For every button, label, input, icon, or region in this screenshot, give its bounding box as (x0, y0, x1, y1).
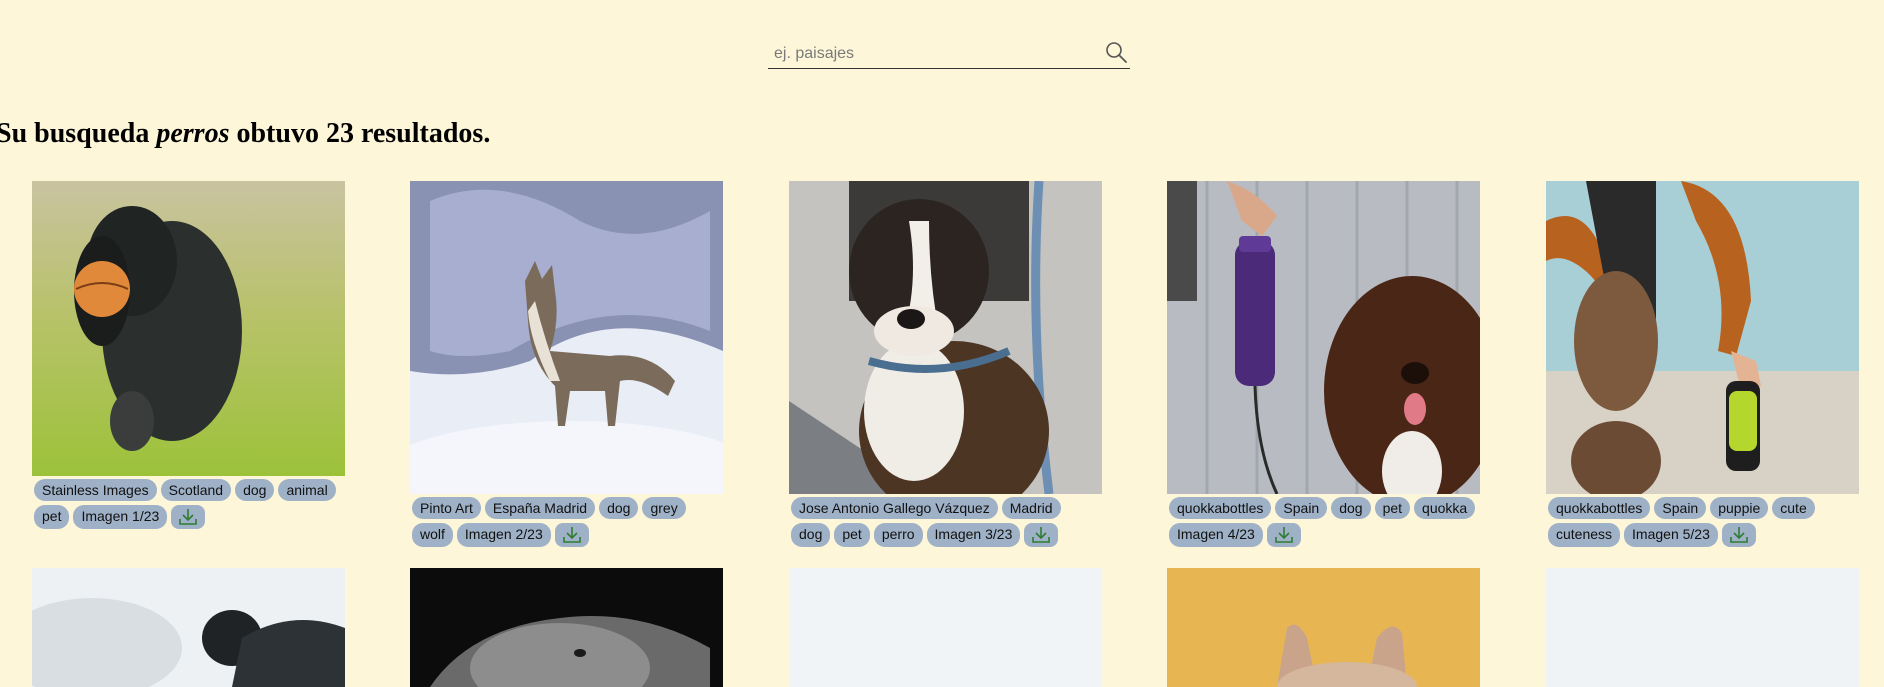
tag-list: Stainless Images Scotland dog animal pet… (32, 479, 345, 529)
download-icon (179, 509, 198, 525)
result-card: Pinto Art España Madrid dog grey wolf Im… (410, 181, 723, 547)
download-icon (1032, 527, 1051, 543)
results-heading: Su busqueda perros obtuvo 23 resultados. (0, 118, 490, 150)
tag[interactable]: animal (278, 479, 336, 501)
tag[interactable]: wolf (412, 523, 453, 547)
photo-dog-yellow[interactable] (1167, 568, 1480, 687)
download-button[interactable] (171, 505, 206, 529)
photo-light[interactable] (789, 568, 1102, 687)
result-card: quokkabottles Spain puppie cute cuteness… (1546, 181, 1859, 547)
download-icon (1275, 527, 1293, 543)
search-input[interactable] (772, 42, 1096, 66)
download-icon (1730, 527, 1748, 543)
tag[interactable]: quokka (1414, 497, 1476, 519)
photo-person-snow[interactable] (32, 568, 345, 687)
tag[interactable]: quokkabottles (1548, 497, 1651, 519)
result-card: Stainless Images Scotland dog animal pet… (32, 181, 345, 529)
photo-puppy-bottle[interactable] (1546, 181, 1859, 494)
result-card (410, 568, 723, 687)
tag[interactable]: Spain (1654, 497, 1707, 519)
tag[interactable]: dog (599, 497, 639, 519)
search-bar (768, 38, 1130, 69)
tag[interactable]: dog (235, 479, 275, 501)
result-card (789, 568, 1102, 687)
tag-list: Pinto Art España Madrid dog grey wolf Im… (410, 497, 723, 547)
photo-boxer-sitting[interactable] (789, 181, 1102, 494)
tag[interactable]: pet (834, 523, 870, 547)
photo-spaniel-ball[interactable] (32, 181, 345, 476)
image-counter: Imagen 2/23 (456, 523, 551, 547)
tag[interactable]: puppie (1710, 497, 1769, 519)
tag[interactable]: España Madrid (484, 497, 596, 519)
tag[interactable]: cute (1772, 497, 1815, 519)
tag-list: quokkabottles Spain dog pet quokka Image… (1167, 497, 1480, 547)
photo-wolfdog-snow[interactable] (410, 181, 723, 494)
tag-list: Jose Antonio Gallego Vázquez Madrid dog … (789, 497, 1102, 547)
tag[interactable]: Spain (1275, 497, 1328, 519)
tag[interactable]: Scotland (160, 479, 232, 501)
photo-light-2[interactable] (1546, 568, 1859, 687)
result-card (1167, 568, 1480, 687)
tag[interactable]: dog (791, 523, 831, 547)
download-button[interactable] (1024, 523, 1059, 547)
image-counter: Imagen 5/23 (1624, 523, 1718, 547)
tag[interactable]: pet (34, 505, 70, 529)
tag-list: quokkabottles Spain puppie cute cuteness… (1546, 497, 1859, 547)
results-prefix: Su busqueda (0, 118, 150, 149)
tag[interactable]: pet (1374, 497, 1411, 519)
result-card: quokkabottles Spain dog pet quokka Image… (1167, 181, 1480, 547)
photo-water-dog-bottle[interactable] (1167, 181, 1480, 494)
tag[interactable]: perro (873, 523, 923, 547)
download-button[interactable] (554, 523, 589, 547)
image-counter: Imagen 1/23 (73, 505, 168, 529)
download-icon (562, 527, 581, 543)
results-query: perros (156, 118, 230, 149)
tag[interactable]: quokkabottles (1169, 497, 1272, 519)
tag[interactable]: Jose Antonio Gallego Vázquez (791, 497, 998, 519)
results-suffix: obtuvo 23 resultados. (236, 118, 491, 149)
search-icon[interactable] (1104, 40, 1128, 64)
result-card: Jose Antonio Gallego Vázquez Madrid dog … (789, 181, 1102, 547)
download-button[interactable] (1266, 523, 1301, 547)
tag[interactable]: grey (642, 497, 686, 519)
image-counter: Imagen 4/23 (1169, 523, 1263, 547)
tag[interactable]: dog (1331, 497, 1371, 519)
tag[interactable]: cuteness (1548, 523, 1621, 547)
image-counter: Imagen 3/23 (926, 523, 1021, 547)
tag[interactable]: Pinto Art (412, 497, 481, 519)
photo-dog-bw[interactable] (410, 568, 723, 687)
result-card (32, 568, 345, 687)
tag[interactable]: Stainless Images (34, 479, 157, 501)
download-button[interactable] (1721, 523, 1756, 547)
tag[interactable]: Madrid (1001, 497, 1061, 519)
result-card (1546, 568, 1859, 687)
